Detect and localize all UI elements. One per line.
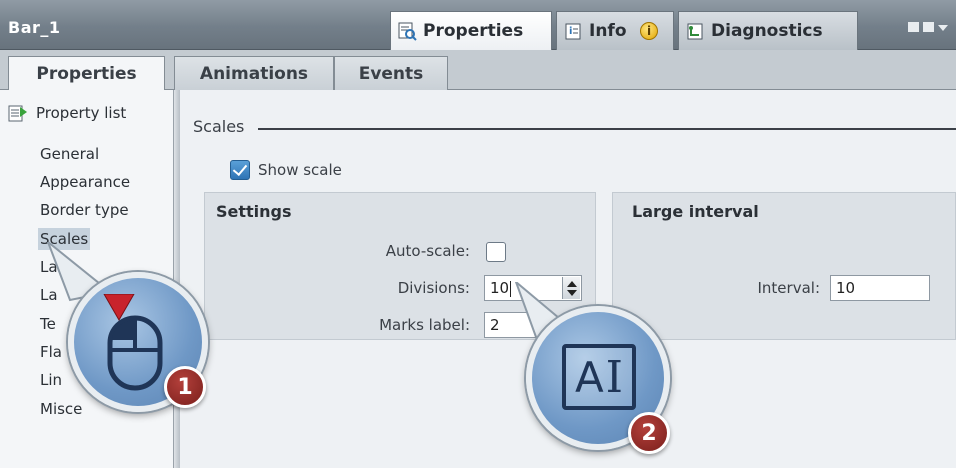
tab-label: Diagnostics (711, 21, 823, 41)
settings-title: Settings (216, 202, 292, 221)
object-name: Bar_1 (8, 18, 61, 37)
subtab-animations[interactable]: Animations (174, 56, 334, 90)
auto-scale-label: Auto-scale: (385, 242, 470, 260)
float-window-icon[interactable] (908, 22, 919, 32)
interval-input[interactable]: 10 (830, 275, 930, 301)
subtab-properties[interactable]: Properties (8, 56, 165, 91)
tab-label: Info (589, 21, 627, 41)
show-scale-label: Show scale (258, 161, 342, 179)
properties-icon (397, 21, 417, 41)
callout-1-number: 1 (164, 366, 206, 408)
property-list-icon (8, 104, 28, 122)
auto-scale-checkbox[interactable] (486, 242, 506, 262)
property-list-label: Property list (36, 104, 127, 122)
window-controls[interactable] (908, 22, 948, 32)
nav-item-limits[interactable]: Lin (38, 369, 64, 391)
tab-label: Properties (423, 21, 524, 41)
nav-item-general[interactable]: General (38, 143, 101, 165)
divisions-label: Divisions: (397, 279, 470, 297)
divisions-value: 10 (490, 279, 510, 297)
subtab-events[interactable]: Events (334, 56, 448, 90)
nav-item-border-type[interactable]: Border type (38, 199, 131, 221)
section-divider (258, 128, 956, 130)
nav-item-flashing[interactable]: Fla (38, 341, 64, 363)
info-list-icon: i (563, 21, 583, 41)
info-badge-icon: i (640, 22, 658, 40)
nav-item-appearance[interactable]: Appearance (38, 171, 132, 193)
diagnostics-icon (685, 21, 705, 41)
show-scale-checkbox[interactable] (230, 160, 250, 180)
interval-label: Interval: (757, 279, 821, 297)
marks-label-label: Marks label: (379, 316, 470, 334)
nav-item-text[interactable]: Te (38, 313, 58, 335)
nav-item-miscellaneous[interactable]: Misce (38, 398, 84, 420)
section-title: Scales (193, 117, 245, 136)
layout-icon[interactable] (923, 22, 934, 32)
svg-text:i: i (569, 26, 572, 37)
tab-diagnostics[interactable]: Diagnostics (678, 11, 858, 50)
large-interval-title: Large interval (632, 202, 759, 221)
tab-properties-inspector[interactable]: Properties (390, 11, 552, 50)
callout-2-number: 2 (628, 412, 670, 454)
text-input-icon: A I (562, 344, 636, 410)
dropdown-arrow-icon[interactable] (938, 25, 948, 31)
property-list-link[interactable]: Property list (8, 104, 126, 122)
text-cursor-icon: I (605, 351, 624, 403)
text-input-letter: A (574, 352, 604, 402)
show-scale-row[interactable]: Show scale (230, 160, 342, 180)
